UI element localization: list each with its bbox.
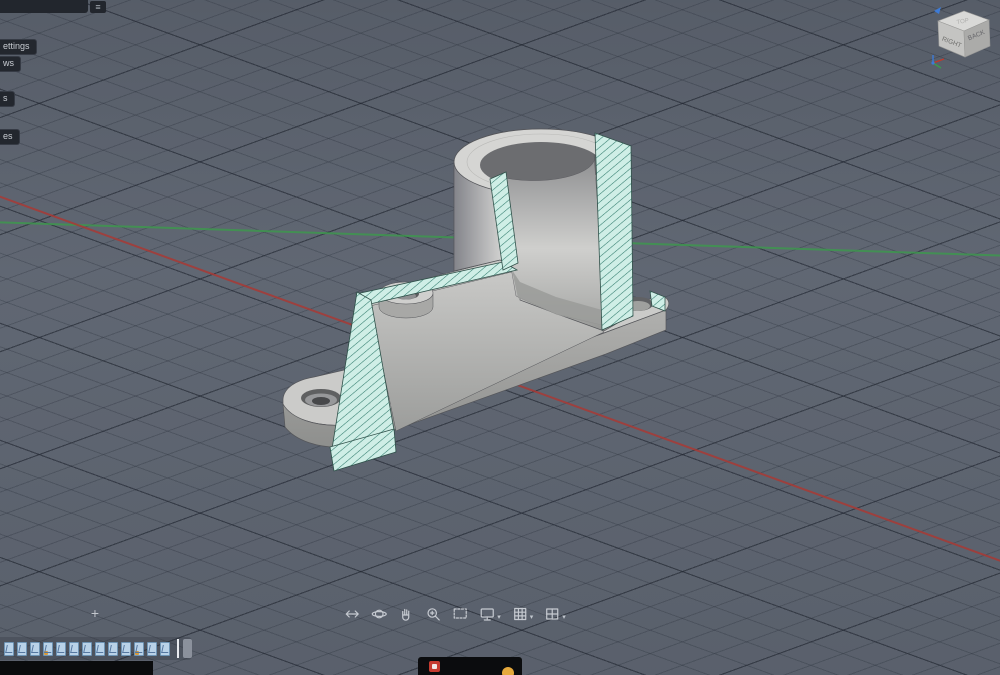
timeline-feature[interactable] <box>17 641 27 656</box>
timeline-feature[interactable] <box>30 641 40 656</box>
navigation-toolbar: ▾ ▾ ▾ <box>344 606 566 622</box>
timeline-feature[interactable] <box>4 641 14 656</box>
viewcube-z-arrow <box>934 7 941 14</box>
timeline-feature[interactable] <box>56 641 66 656</box>
pan-arrows-button[interactable] <box>344 606 360 622</box>
browser-flyout-item-views[interactable]: ws <box>0 56 21 72</box>
zoom-icon <box>427 608 440 621</box>
timeline-feature[interactable] <box>95 641 105 656</box>
grid-snaps-button[interactable]: ▾ <box>512 606 534 622</box>
timeline-feature[interactable] <box>147 641 157 656</box>
base-hole-bore <box>312 397 330 405</box>
free-orbit-button[interactable] <box>371 606 387 622</box>
display-settings-icon <box>480 608 494 621</box>
timeline-feature[interactable] <box>43 641 53 656</box>
display-settings-button[interactable]: ▾ <box>479 606 501 622</box>
taskbar-fragment-center <box>418 657 522 675</box>
timeline-marker[interactable] <box>177 639 179 658</box>
viewports-icon <box>546 608 559 620</box>
timeline-feature[interactable] <box>82 641 92 656</box>
taskbar-fragment-left <box>0 661 153 675</box>
timeline-marker-handle[interactable] <box>183 639 192 658</box>
timeline-feature[interactable] <box>160 641 170 656</box>
timeline-features <box>4 641 170 656</box>
hamburger-icon: ≡ <box>95 2 101 12</box>
pan-arrows-icon <box>345 610 359 618</box>
zoom-window-button[interactable] <box>452 606 468 622</box>
right-wall-section-hatch[interactable] <box>594 132 634 331</box>
grid-icon <box>513 607 526 621</box>
browser-flyout-item-s[interactable]: s <box>0 91 15 107</box>
chevron-down-icon: ▾ <box>562 614 566 621</box>
timeline-feature[interactable] <box>69 641 79 656</box>
free-orbit-icon <box>371 609 387 619</box>
viewports-button[interactable]: ▾ <box>544 606 566 622</box>
chevron-down-icon: ▾ <box>497 614 501 621</box>
app-toolbar-fragment[interactable] <box>0 0 88 13</box>
timeline-feature[interactable] <box>121 641 131 656</box>
chevron-down-icon: ▾ <box>529 614 534 621</box>
pan-hand-button[interactable] <box>398 606 414 622</box>
viewport-canvas[interactable]: ≡ ettings ws s es TOP RIGHT BACK + ▾ ▾ ▾ <box>0 0 1000 675</box>
taskbar-yellow-app-icon[interactable] <box>502 667 514 675</box>
browser-plus-button[interactable]: + <box>86 604 104 622</box>
zoom-window-icon <box>453 608 467 619</box>
pan-hand-icon <box>402 608 410 621</box>
browser-flyout-item-es[interactable]: es <box>0 129 20 145</box>
viewcube[interactable]: TOP RIGHT BACK <box>926 4 998 72</box>
timeline-feature[interactable] <box>108 641 118 656</box>
timeline-feature[interactable] <box>134 641 144 656</box>
hamburger-menu-button[interactable]: ≡ <box>90 1 106 13</box>
viewcube-axis-triad <box>931 55 945 69</box>
section-model[interactable] <box>0 0 1000 675</box>
zoom-button[interactable] <box>425 606 441 622</box>
timeline-bar <box>0 637 192 660</box>
browser-flyout-item-settings[interactable]: ettings <box>0 39 37 55</box>
taskbar-red-app-icon[interactable] <box>429 661 440 672</box>
